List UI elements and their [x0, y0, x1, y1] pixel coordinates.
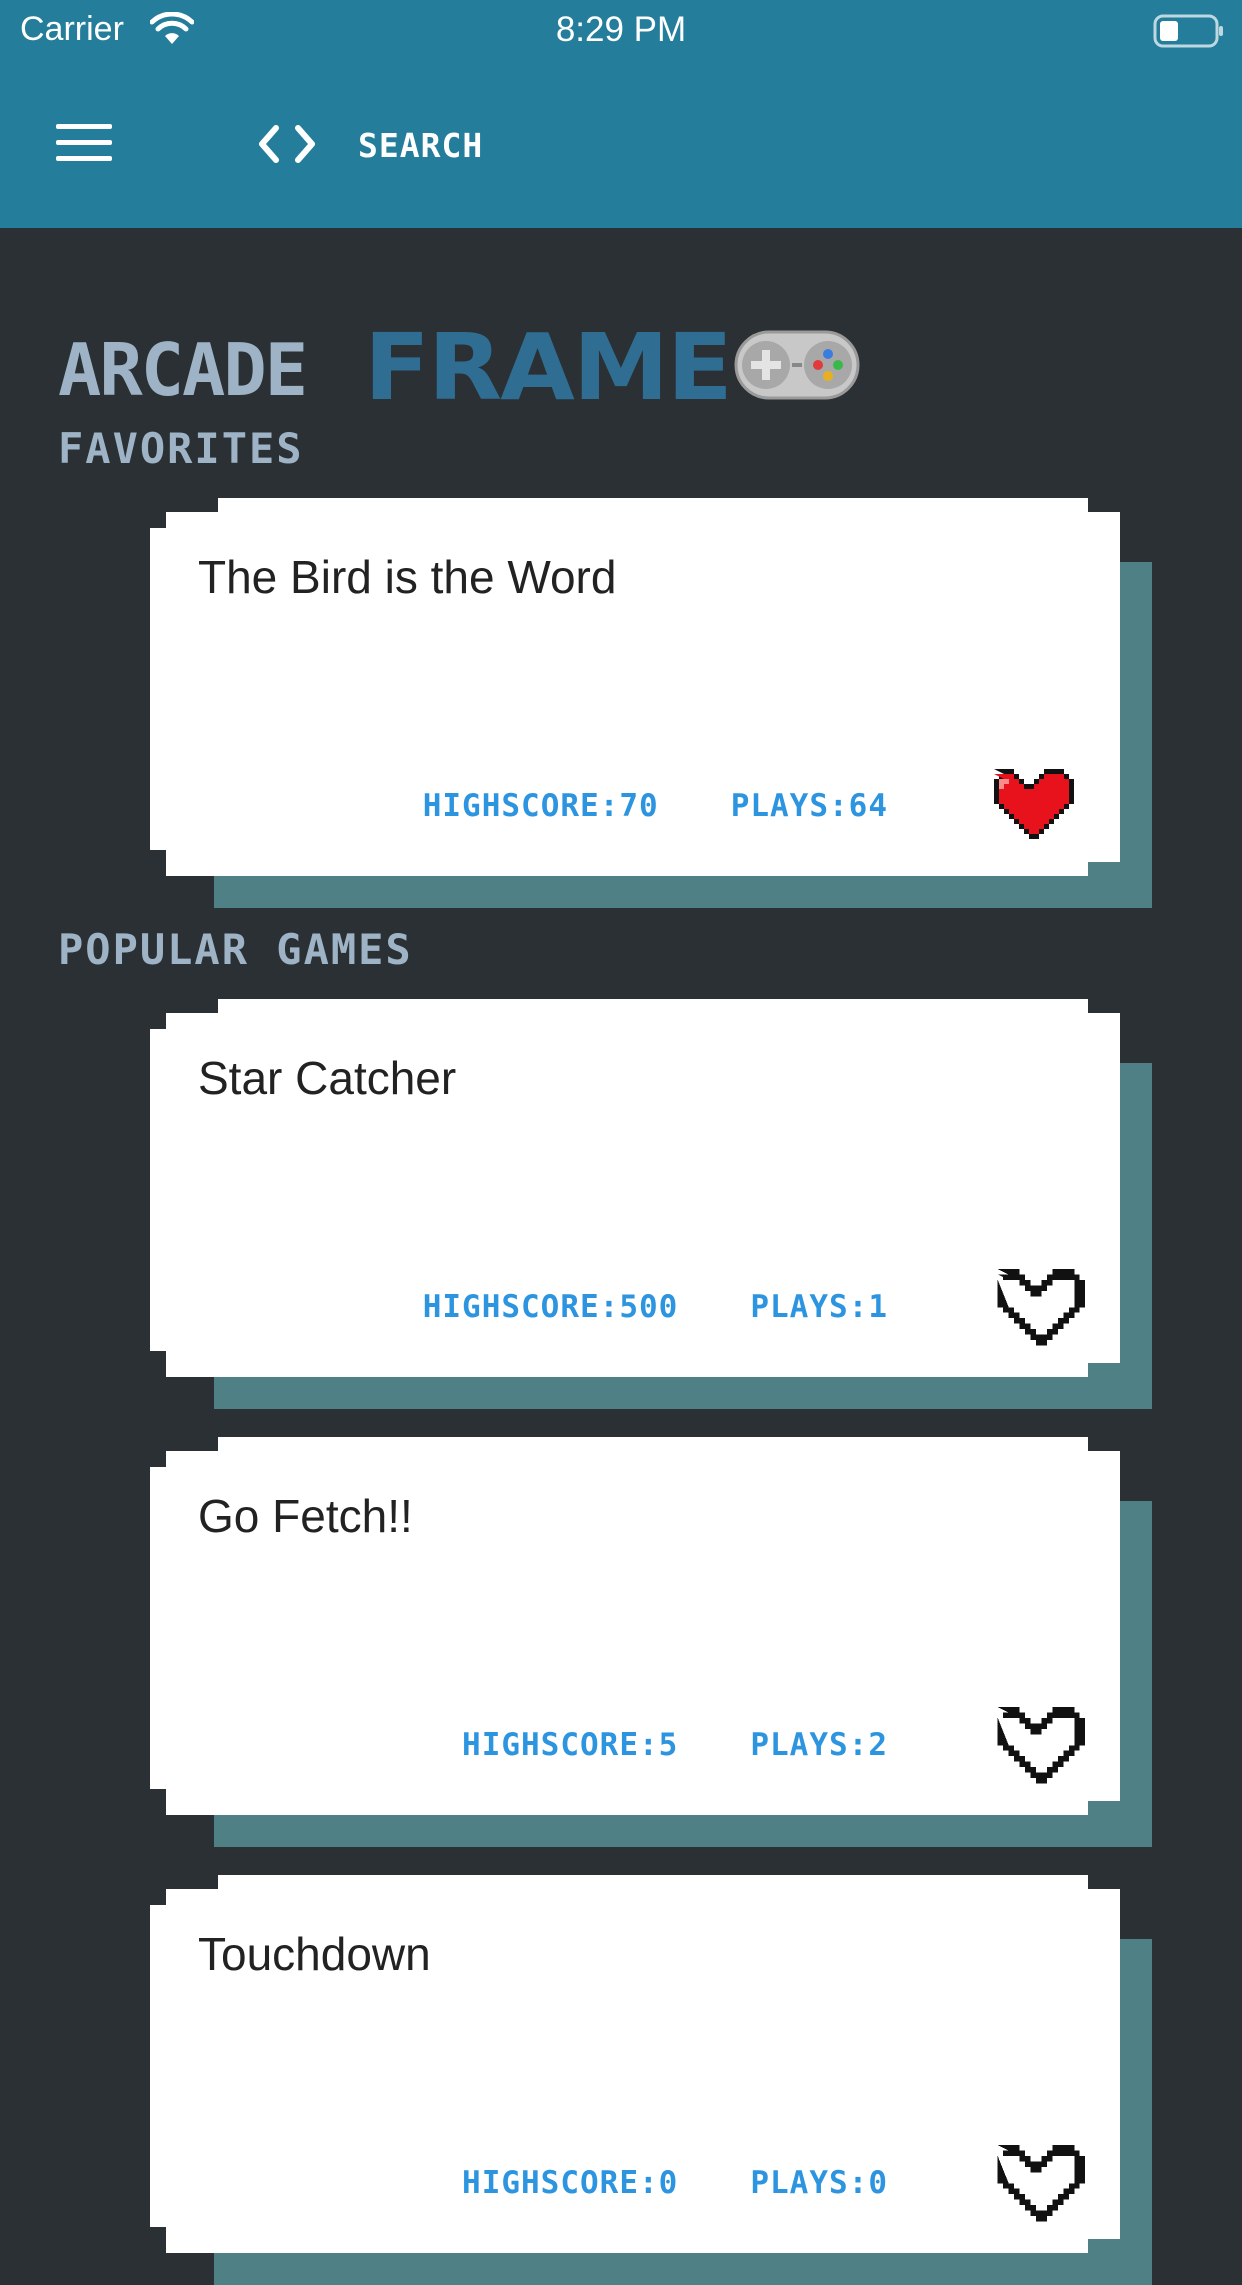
plays-label: PLAYS:2 [750, 1727, 888, 1763]
highscore-label: HIGHSCORE:0 [462, 2165, 679, 2201]
plays-label: PLAYS:64 [730, 788, 888, 824]
highscore-label: HIGHSCORE:500 [422, 1289, 679, 1325]
heart-outline-icon[interactable] [986, 1269, 1086, 1355]
game-card[interactable]: Go Fetch!! HIGHSCORE:5 PLAYS:2 [150, 1437, 1152, 1847]
game-stats: HIGHSCORE:5 PLAYS:2 [462, 1727, 888, 1763]
highscore-label: HIGHSCORE:5 [462, 1727, 679, 1763]
heart-filled-icon[interactable] [984, 768, 1074, 844]
game-stats: HIGHSCORE:0 PLAYS:0 [462, 2165, 888, 2201]
status-bar: Carrier 8:29 PM [0, 0, 1242, 62]
game-card[interactable]: Star Catcher HIGHSCORE:500 PLAYS:1 [150, 999, 1152, 1409]
battery-icon [1153, 14, 1225, 54]
logo-frame-text: FRAME [364, 314, 733, 421]
highscore-label: HIGHSCORE:70 [422, 788, 659, 824]
controller-icon [734, 330, 860, 404]
main-content[interactable]: ARCADE FRAME FAVORITES The Bird is the W… [0, 228, 1242, 2285]
game-stats: HIGHSCORE:70 PLAYS:64 [423, 788, 888, 824]
logo-arcade-text: ARCADE [58, 328, 308, 412]
plays-label: PLAYS:0 [750, 2165, 888, 2201]
heart-outline-icon[interactable] [986, 1707, 1086, 1793]
game-card[interactable]: The Bird is the Word HIGHSCORE:70 PLAYS:6… [150, 498, 1152, 908]
code-icon[interactable] [256, 124, 318, 168]
game-title: Star Catcher [198, 1052, 457, 1104]
nav-bar: SEARCH [0, 62, 1242, 228]
game-title: Go Fetch!! [198, 1490, 413, 1542]
plays-label: PLAYS:1 [750, 1289, 888, 1325]
game-stats: HIGHSCORE:500 PLAYS:1 [423, 1289, 888, 1325]
game-title: The Bird is the Word [198, 551, 617, 603]
search-button[interactable]: SEARCH [358, 126, 483, 165]
heart-outline-icon[interactable] [986, 2145, 1086, 2231]
game-title: Touchdown [198, 1928, 431, 1980]
favorites-heading: FAVORITES [58, 424, 304, 473]
game-card[interactable]: Touchdown HIGHSCORE:0 PLAYS:0 [150, 1875, 1152, 2285]
popular-games-heading: POPULAR GAMES [58, 925, 413, 974]
status-time: 8:29 PM [555, 10, 687, 49]
menu-icon[interactable] [56, 124, 112, 164]
